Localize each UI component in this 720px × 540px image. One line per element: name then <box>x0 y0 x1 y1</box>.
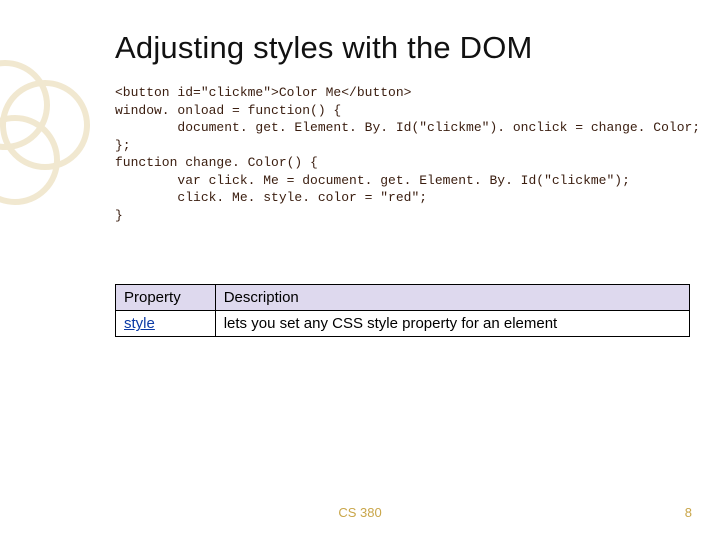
table-header-property: Property <box>116 285 216 311</box>
code-line: <button id="clickme">Color Me</button> <box>115 85 411 100</box>
table-header-description: Description <box>215 285 689 311</box>
code-line: document. get. Element. By. Id("clickme"… <box>115 120 700 135</box>
table-row: style lets you set any CSS style propert… <box>116 311 690 337</box>
slide-body: Adjusting styles with the DOM <button id… <box>115 30 690 337</box>
table-row: Property Description <box>116 285 690 311</box>
slide-title: Adjusting styles with the DOM <box>115 30 690 66</box>
table-cell-property: style <box>116 311 216 337</box>
code-line: }; <box>115 138 131 153</box>
code-line: function change. Color() { <box>115 155 318 170</box>
style-link[interactable]: style <box>124 315 155 332</box>
property-table: Property Description style lets you set … <box>115 284 690 337</box>
background-rings-deco <box>0 60 120 220</box>
code-line: click. Me. style. color = "red"; <box>115 190 427 205</box>
footer-course: CS 380 <box>0 505 720 520</box>
code-line: var click. Me = document. get. Element. … <box>115 173 630 188</box>
code-block: <button id="clickme">Color Me</button> w… <box>115 84 690 224</box>
code-line: window. onload = function() { <box>115 103 341 118</box>
table-cell-description: lets you set any CSS style property for … <box>215 311 689 337</box>
code-line: } <box>115 208 123 223</box>
footer-page-number: 8 <box>685 505 692 520</box>
